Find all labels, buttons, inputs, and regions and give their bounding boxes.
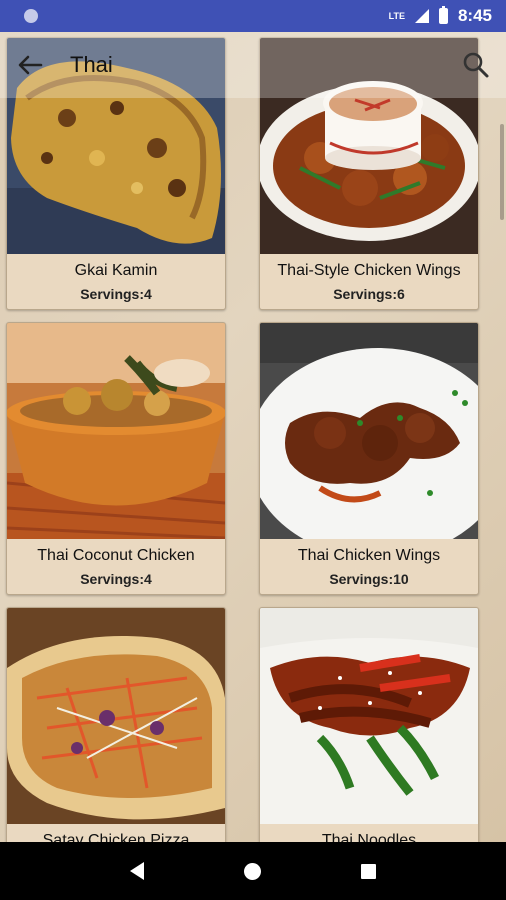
- battery-icon: [438, 6, 448, 24]
- search-icon: [463, 52, 489, 78]
- search-button[interactable]: [446, 32, 506, 98]
- notification-dot-icon: [24, 9, 38, 23]
- square-recent-icon[interactable]: [361, 863, 376, 879]
- system-nav-bar: [0, 842, 506, 900]
- recipe-image: [260, 608, 478, 824]
- circle-home-icon[interactable]: [244, 862, 261, 880]
- recipe-servings: Servings:4: [80, 286, 152, 302]
- recipe-card[interactable]: Thai Coconut Chicken Servings:4: [6, 322, 226, 595]
- recipe-servings: Servings:6: [333, 286, 405, 302]
- recipe-title: Satay Chicken Pizza: [42, 832, 190, 842]
- arrow-back-icon: [18, 55, 43, 75]
- recipe-servings: Servings:10: [329, 571, 409, 587]
- recipe-image: [7, 608, 225, 824]
- recipe-title: Thai Chicken Wings: [297, 547, 441, 564]
- recipe-image: [260, 323, 478, 539]
- recipe-card[interactable]: Satay Chicken Pizza: [6, 607, 226, 842]
- clock: 8:45: [457, 6, 492, 25]
- triangle-back-icon[interactable]: [130, 862, 144, 880]
- network-type: LTE: [388, 10, 405, 21]
- recipe-title: Thai Noodles: [321, 832, 417, 842]
- recipe-image: [7, 323, 225, 539]
- recipe-servings: Servings:4: [80, 571, 152, 587]
- app-content: Gkai Kamin Servings:4 Thai-Style Chicken…: [0, 32, 506, 842]
- scrollbar[interactable]: [500, 124, 504, 220]
- back-button[interactable]: [0, 32, 60, 98]
- recipe-title: Thai Coconut Chicken: [37, 547, 195, 564]
- signal-icon: [414, 9, 429, 23]
- recipe-card[interactable]: Thai Noodles: [259, 607, 479, 842]
- status-icons: LTE 8:45: [389, 6, 492, 26]
- app-toolbar: Thai: [0, 32, 506, 98]
- recipe-title: Thai-Style Chicken Wings: [277, 262, 461, 279]
- page-title: Thai: [70, 52, 113, 77]
- recipe-card[interactable]: Thai Chicken Wings Servings:10: [259, 322, 479, 595]
- status-bar: LTE 8:45: [0, 0, 506, 32]
- recipe-title: Gkai Kamin: [74, 262, 158, 279]
